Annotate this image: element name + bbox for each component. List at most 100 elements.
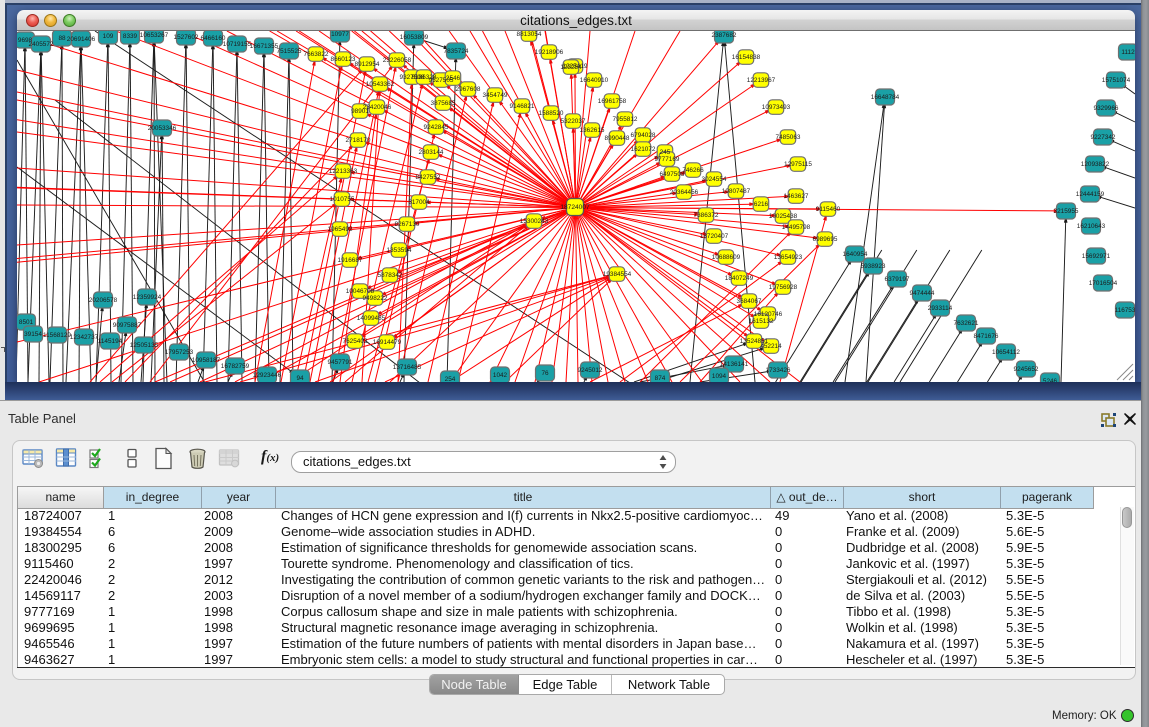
svg-text:10688609: 10688609 (712, 254, 741, 261)
svg-text:14099485: 14099485 (357, 315, 386, 322)
svg-text:8427552: 8427552 (416, 174, 441, 181)
svg-text:10653267: 10653267 (140, 32, 169, 39)
svg-text:2803144: 2803144 (419, 149, 444, 156)
svg-text:16120746: 16120746 (754, 311, 783, 318)
svg-text:2933114: 2933114 (928, 305, 953, 312)
svg-text:3024554: 3024554 (702, 176, 727, 183)
svg-text:9146821: 9146821 (510, 103, 535, 110)
svg-text:12359924: 12359924 (133, 294, 162, 301)
svg-text:874: 874 (655, 375, 666, 382)
svg-text:7955812: 7955812 (613, 116, 638, 123)
svg-text:76: 76 (541, 370, 549, 377)
svg-text:18407249: 18407249 (725, 275, 754, 282)
svg-text:10025438: 10025438 (769, 213, 798, 220)
svg-text:16053809: 16053809 (400, 34, 429, 41)
svg-text:3875685: 3875685 (431, 100, 456, 107)
svg-text:817004: 817004 (408, 199, 430, 206)
svg-text:10543362: 10543362 (366, 81, 395, 88)
svg-text:116753: 116753 (1115, 307, 1135, 314)
svg-text:10973493: 10973493 (762, 104, 791, 111)
svg-text:8912954: 8912954 (355, 61, 380, 68)
svg-text:15751074: 15751074 (1102, 77, 1131, 84)
svg-text:7515525: 7515525 (277, 48, 302, 55)
svg-text:88: 88 (58, 35, 66, 42)
svg-text:14136141: 14136141 (720, 361, 749, 368)
svg-text:9777169: 9777169 (655, 156, 680, 163)
svg-text:8339: 8339 (123, 33, 138, 40)
svg-text:10958187: 10958187 (192, 357, 221, 364)
svg-text:8660123: 8660123 (331, 56, 356, 63)
svg-text:123254: 123254 (560, 64, 582, 71)
svg-text:1640954: 1640954 (843, 251, 868, 258)
svg-text:3454749: 3454749 (483, 92, 508, 99)
svg-text:1112: 1112 (1121, 49, 1135, 56)
svg-text:3684067: 3684067 (737, 298, 762, 305)
svg-text:10046708: 10046708 (346, 288, 375, 295)
svg-text:5938923: 5938923 (861, 263, 886, 270)
svg-text:12093822: 12093822 (1081, 161, 1110, 168)
svg-text:11568129: 11568129 (43, 332, 71, 339)
svg-text:12505135: 12505135 (130, 342, 159, 349)
svg-text:94: 94 (296, 375, 304, 382)
svg-text:3215955: 3215955 (1054, 208, 1079, 215)
svg-text:8990448: 8990448 (605, 135, 630, 142)
svg-text:9245012: 9245012 (578, 367, 603, 374)
svg-text:1615132: 1615132 (749, 318, 774, 325)
svg-text:18724007: 18724007 (560, 204, 590, 211)
svg-text:6216: 6216 (754, 201, 769, 208)
svg-text:90975887: 90975887 (113, 322, 142, 329)
svg-text:8267130: 8267130 (395, 221, 420, 228)
svg-text:15300243: 15300243 (520, 218, 549, 225)
svg-text:16210643: 16210643 (1077, 223, 1106, 230)
svg-text:6497508: 6497508 (660, 171, 685, 178)
svg-text:5878342: 5878342 (378, 272, 403, 279)
svg-text:1145194: 1145194 (98, 338, 123, 345)
svg-text:1621072: 1621072 (631, 146, 656, 153)
svg-text:20053346: 20053346 (148, 125, 177, 132)
svg-text:23226058: 23226058 (383, 57, 412, 64)
svg-text:10719155: 10719155 (223, 41, 252, 48)
svg-text:7386372: 7386372 (694, 212, 719, 219)
svg-text:20364456: 20364456 (670, 189, 699, 196)
svg-text:2405572: 2405572 (29, 41, 54, 48)
svg-text:15692971: 15692971 (1082, 253, 1111, 260)
svg-text:1362615: 1362615 (580, 127, 605, 134)
svg-text:6794028: 6794028 (631, 132, 656, 139)
svg-text:2967608: 2967608 (456, 86, 481, 93)
svg-text:9227342: 9227342 (1091, 134, 1116, 141)
svg-text:19384554: 19384554 (603, 271, 632, 278)
svg-text:13720407: 13720407 (700, 233, 729, 240)
svg-text:12975115: 12975115 (784, 161, 812, 168)
svg-text:16648784: 16648784 (871, 94, 900, 101)
svg-text:20691406: 20691406 (67, 36, 96, 43)
svg-text:8501: 8501 (19, 319, 34, 326)
svg-text:10977: 10977 (331, 31, 349, 38)
svg-text:2546: 2546 (446, 75, 461, 82)
svg-text:1094: 1094 (712, 373, 727, 380)
svg-text:16671355: 16671355 (250, 43, 279, 50)
svg-text:1353594: 1353594 (387, 247, 412, 254)
svg-text:6379197: 6379197 (885, 276, 910, 283)
svg-text:2387682: 2387682 (712, 32, 737, 39)
svg-text:12213363: 12213363 (329, 168, 358, 175)
svg-text:9498222: 9498222 (363, 295, 388, 302)
svg-text:16640910: 16640910 (580, 77, 609, 84)
svg-text:13654923: 13654923 (774, 254, 803, 261)
svg-text:19218906: 19218906 (535, 49, 564, 56)
svg-text:20206578: 20206578 (89, 297, 118, 304)
svg-text:39154: 39154 (24, 331, 42, 338)
svg-text:1042: 1042 (493, 372, 508, 379)
svg-text:16782759: 16782759 (221, 363, 250, 370)
svg-text:6989695: 6989695 (813, 236, 838, 243)
svg-text:9242845: 9242845 (424, 124, 449, 131)
svg-text:98901: 98901 (351, 108, 369, 115)
svg-text:10807487: 10807487 (722, 188, 751, 195)
svg-text:1733426: 1733426 (766, 367, 791, 374)
svg-text:452214: 452214 (760, 343, 782, 350)
svg-text:10654112: 10654112 (992, 349, 1020, 356)
svg-text:12444159: 12444159 (1076, 191, 1105, 198)
svg-text:1463627: 1463627 (784, 193, 809, 200)
svg-text:1965492: 1965492 (328, 226, 353, 233)
svg-text:9245652: 9245652 (1014, 366, 1039, 373)
svg-text:16914479: 16914479 (373, 339, 402, 346)
